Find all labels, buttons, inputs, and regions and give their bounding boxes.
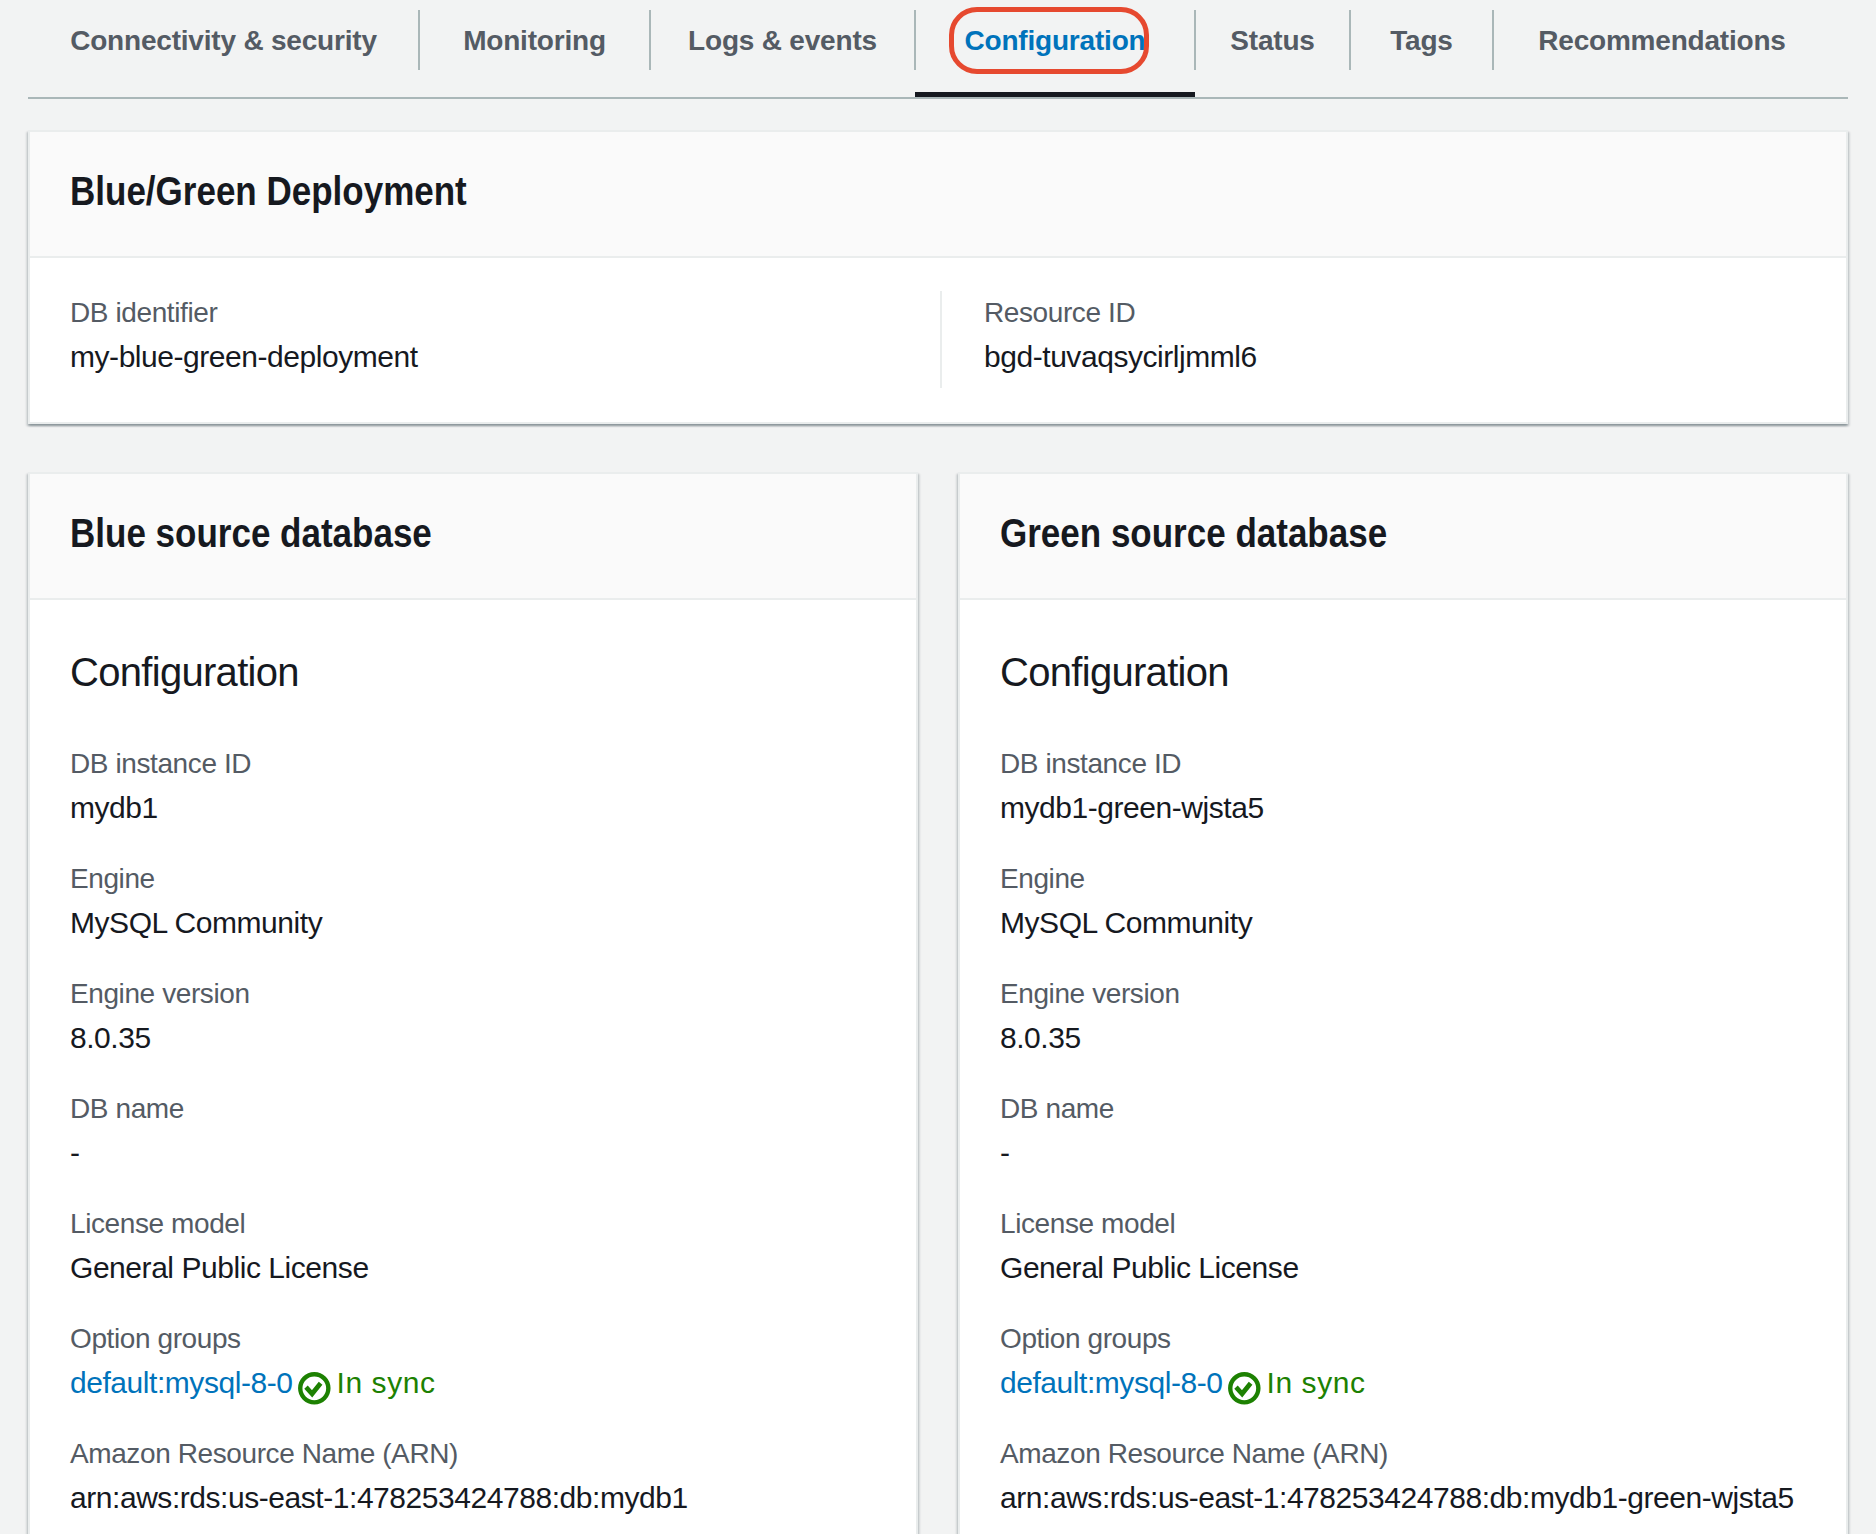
field-value: MySQL Community bbox=[70, 901, 876, 945]
blue-panel-body: Configuration DB instance ID mydb1 Engin… bbox=[30, 600, 916, 1534]
blue-green-deployment-panel: Blue/Green Deployment DB identifier my-b… bbox=[28, 130, 1848, 424]
field-label: Engine version bbox=[1000, 972, 1806, 1016]
field-engine-version: Engine version 8.0.35 bbox=[70, 972, 876, 1060]
tab-logs-events[interactable]: Logs & events bbox=[650, 0, 915, 97]
field-value: mydb1 bbox=[70, 786, 876, 830]
field-option-groups: Option groups default:mysql-8-0 In sync bbox=[70, 1317, 876, 1405]
field-label: DB instance ID bbox=[70, 742, 876, 786]
field-value: 8.0.35 bbox=[70, 1016, 876, 1060]
tab-status[interactable]: Status bbox=[1195, 0, 1350, 97]
in-sync-status: In sync bbox=[336, 1366, 435, 1399]
tab-configuration[interactable]: Configuration bbox=[915, 0, 1195, 97]
field-label: Engine bbox=[1000, 857, 1806, 901]
field-db-instance-id: DB instance ID mydb1-green-wjsta5 bbox=[1000, 742, 1806, 830]
field-label: Amazon Resource Name (ARN) bbox=[70, 1432, 876, 1476]
option-group-link[interactable]: default:mysql-8-0 bbox=[1000, 1366, 1222, 1399]
tab-list: Connectivity & security Monitoring Logs … bbox=[28, 0, 1876, 97]
tab-recommendations[interactable]: Recommendations bbox=[1493, 0, 1831, 97]
green-panel-title: Green source database bbox=[1000, 509, 1705, 557]
field-value: General Public License bbox=[1000, 1246, 1806, 1290]
field-label: Engine bbox=[70, 857, 876, 901]
field-db-instance-id: DB instance ID mydb1 bbox=[70, 742, 876, 830]
deployment-panel-title: Blue/Green Deployment bbox=[70, 167, 1589, 215]
blue-configuration-heading: Configuration bbox=[70, 648, 876, 696]
field-engine-version: Engine version 8.0.35 bbox=[1000, 972, 1806, 1060]
blue-panel-header: Blue source database bbox=[30, 474, 916, 600]
db-identifier-label: DB identifier bbox=[70, 291, 940, 335]
in-sync-check-icon bbox=[1228, 1372, 1261, 1405]
field-value: MySQL Community bbox=[1000, 901, 1806, 945]
field-engine: Engine MySQL Community bbox=[1000, 857, 1806, 945]
field-label: Option groups bbox=[1000, 1317, 1806, 1361]
tab-monitoring[interactable]: Monitoring bbox=[419, 0, 650, 97]
green-panel-body: Configuration DB instance ID mydb1-green… bbox=[960, 600, 1846, 1534]
field-db-name: DB name - bbox=[1000, 1087, 1806, 1175]
blue-source-database-panel: Blue source database Configuration DB in… bbox=[28, 472, 918, 1534]
field-label: Amazon Resource Name (ARN) bbox=[1000, 1432, 1806, 1476]
field-label: Option groups bbox=[70, 1317, 876, 1361]
tab-connectivity-security[interactable]: Connectivity & security bbox=[28, 0, 419, 97]
deployment-panel-header: Blue/Green Deployment bbox=[30, 132, 1846, 258]
field-value: - bbox=[70, 1131, 876, 1175]
field-label: DB instance ID bbox=[1000, 742, 1806, 786]
resource-id-label: Resource ID bbox=[984, 291, 1806, 335]
tab-bar: Connectivity & security Monitoring Logs … bbox=[0, 0, 1876, 99]
tab-tags[interactable]: Tags bbox=[1350, 0, 1493, 97]
field-option-groups: Option groups default:mysql-8-0 In sync bbox=[1000, 1317, 1806, 1405]
field-value: arn:aws:rds:us-east-1:478253424788:db:my… bbox=[1000, 1476, 1806, 1520]
field-label: Engine version bbox=[70, 972, 876, 1016]
green-source-database-panel: Green source database Configuration DB i… bbox=[958, 472, 1848, 1534]
annotation-highlight-ring bbox=[949, 7, 1149, 74]
field-value: arn:aws:rds:us-east-1:478253424788:db:my… bbox=[70, 1476, 876, 1520]
source-databases-row: Blue source database Configuration DB in… bbox=[28, 472, 1848, 1534]
green-configuration-heading: Configuration bbox=[1000, 648, 1806, 696]
field-license-model: License model General Public License bbox=[1000, 1202, 1806, 1290]
db-identifier-field: DB identifier my-blue-green-deployment bbox=[70, 291, 940, 388]
green-panel-header: Green source database bbox=[960, 474, 1846, 600]
page-content: Blue/Green Deployment DB identifier my-b… bbox=[28, 130, 1848, 1534]
field-value: mydb1-green-wjsta5 bbox=[1000, 786, 1806, 830]
field-license-model: License model General Public License bbox=[70, 1202, 876, 1290]
field-label: License model bbox=[1000, 1202, 1806, 1246]
resource-id-field: Resource ID bgd-tuvaqsycirljmml6 bbox=[940, 291, 1806, 388]
field-value: - bbox=[1000, 1131, 1806, 1175]
db-identifier-value: my-blue-green-deployment bbox=[70, 335, 940, 379]
field-arn: Amazon Resource Name (ARN) arn:aws:rds:u… bbox=[1000, 1432, 1806, 1520]
field-value: 8.0.35 bbox=[1000, 1016, 1806, 1060]
tab-bar-rule bbox=[28, 97, 1848, 99]
field-engine: Engine MySQL Community bbox=[70, 857, 876, 945]
field-value: General Public License bbox=[70, 1246, 876, 1290]
in-sync-status: In sync bbox=[1266, 1366, 1365, 1399]
field-label: DB name bbox=[1000, 1087, 1806, 1131]
resource-id-value: bgd-tuvaqsycirljmml6 bbox=[984, 335, 1806, 379]
deployment-panel-body: DB identifier my-blue-green-deployment R… bbox=[30, 258, 1846, 388]
field-label: License model bbox=[70, 1202, 876, 1246]
blue-panel-title: Blue source database bbox=[70, 509, 775, 557]
field-arn: Amazon Resource Name (ARN) arn:aws:rds:u… bbox=[70, 1432, 876, 1520]
option-group-link[interactable]: default:mysql-8-0 bbox=[70, 1366, 292, 1399]
field-db-name: DB name - bbox=[70, 1087, 876, 1175]
field-label: DB name bbox=[70, 1087, 876, 1131]
in-sync-check-icon bbox=[298, 1372, 331, 1405]
